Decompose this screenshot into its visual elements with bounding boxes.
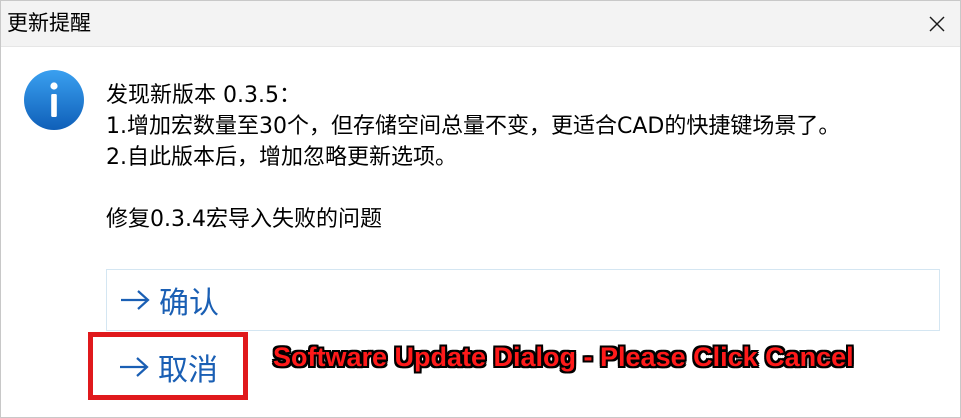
close-icon bbox=[929, 16, 945, 31]
arrow-right-icon bbox=[121, 290, 150, 310]
annotation-text: Software Update Dialog - Please Click Ca… bbox=[273, 342, 854, 372]
message-line-fix: 修复0.3.4宏导入失败的问题 bbox=[106, 207, 382, 232]
info-icon bbox=[24, 70, 84, 130]
message-line-version: 发现新版本 0.3.5： bbox=[106, 83, 301, 108]
message-line-feature-2: 2.自此版本后，增加忽略更新选项。 bbox=[106, 145, 457, 170]
message-spacer bbox=[106, 173, 840, 204]
update-message: 发现新版本 0.3.5： 1.增加宏数量至30个，但存储空间总量不变，更适合CA… bbox=[106, 80, 840, 235]
window-title: 更新提醒 bbox=[7, 11, 91, 35]
title-bar[interactable]: 更新提醒 bbox=[1, 1, 960, 47]
confirm-label: 确认 bbox=[159, 286, 219, 321]
cancel-highlight-box bbox=[88, 332, 248, 400]
update-dialog: 更新提醒 发现新版本 0.3.5： 1.增加宏数量至30个，但存储空间总量不变，… bbox=[0, 0, 961, 418]
message-line-feature-1: 1.增加宏数量至30个，但存储空间总量不变，更适合CAD的快捷键场景了。 bbox=[106, 114, 841, 139]
confirm-button[interactable]: 确认 bbox=[106, 269, 940, 331]
dialog-content: 发现新版本 0.3.5： 1.增加宏数量至30个，但存储空间总量不变，更适合CA… bbox=[1, 47, 960, 417]
close-button[interactable] bbox=[914, 1, 960, 46]
